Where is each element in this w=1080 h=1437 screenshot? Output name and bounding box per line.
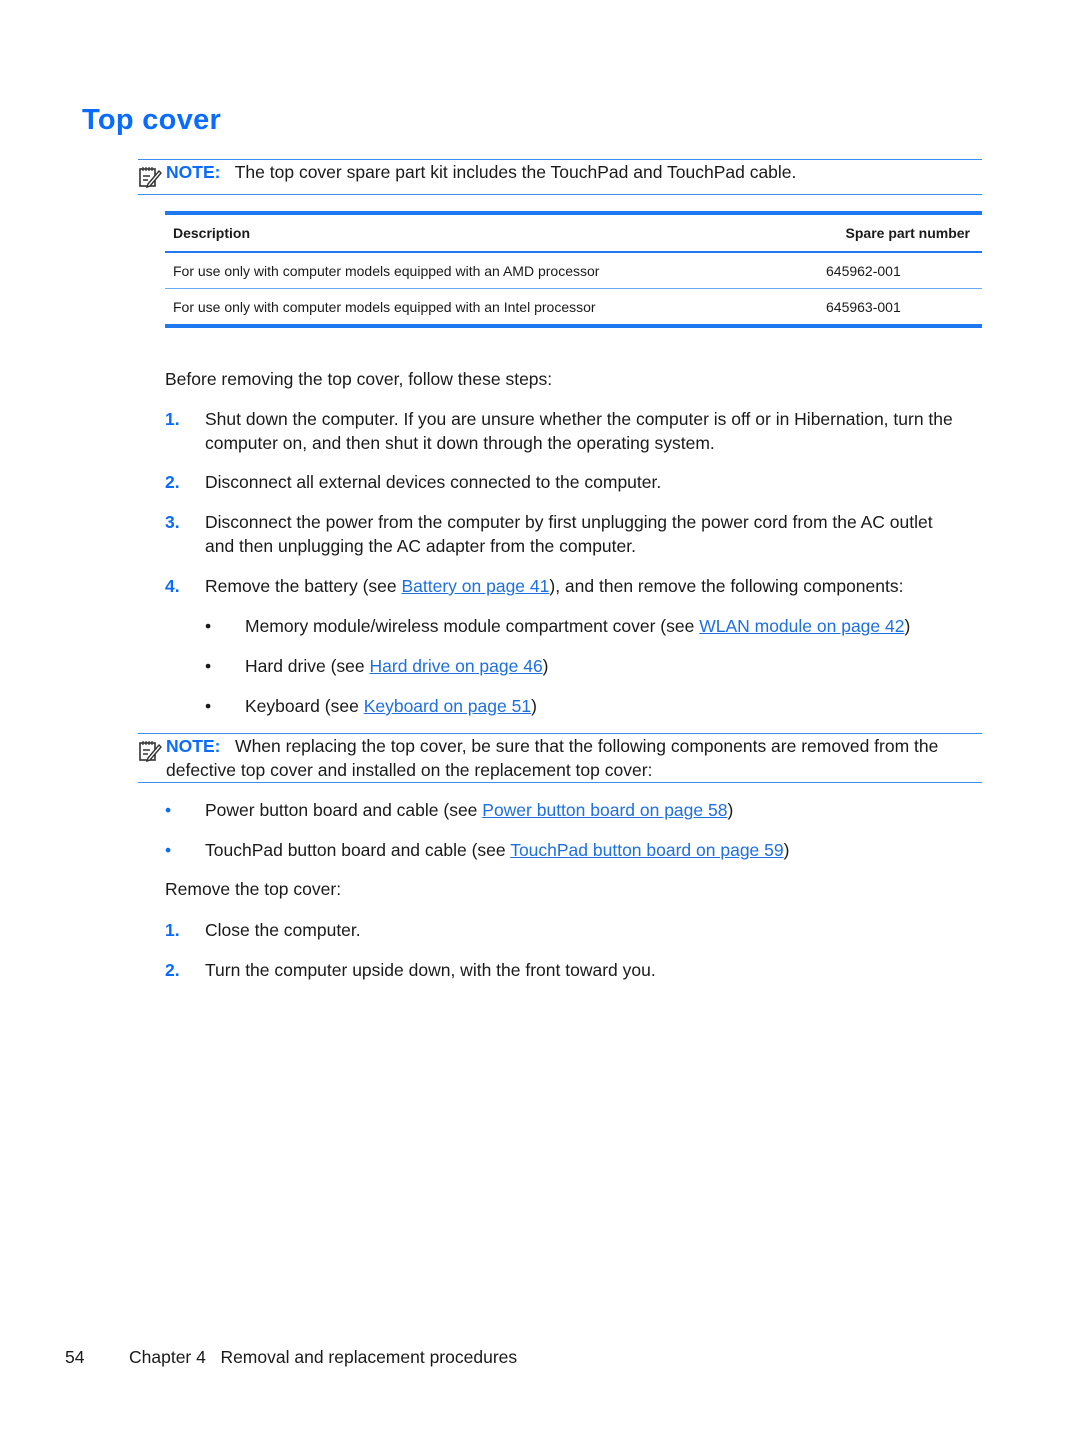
bullet-icon: • [205, 696, 212, 716]
list-item: • Hard drive (see Hard drive on page 46) [205, 654, 549, 678]
note-pencil-icon [139, 741, 162, 763]
row-description: For use only with computer models equipp… [173, 298, 596, 315]
list-item: • TouchPad button board and cable (see T… [165, 838, 789, 862]
step-item: 1. Close the computer. [165, 918, 980, 942]
row-part-number: 645962-001 [826, 262, 901, 279]
list-item: • Power button board and cable (see Powe… [165, 798, 733, 822]
touchpad-button-board-link[interactable]: TouchPad button board on page 59 [510, 840, 783, 860]
step-text: Remove the battery (see Battery on page … [205, 574, 980, 598]
step-item: 2. Turn the computer upside down, with t… [165, 958, 980, 982]
step-number: 4. [165, 576, 180, 596]
header-spare-part-number: Spare part number [845, 225, 970, 241]
intro-text: Before removing the top cover, follow th… [165, 369, 553, 389]
step-text: Disconnect all external devices connecte… [205, 472, 662, 492]
note-box: NOTE: The top cover spare part kit inclu… [138, 159, 982, 195]
hard-drive-link[interactable]: Hard drive on page 46 [370, 656, 543, 676]
text-span: ) [783, 840, 790, 860]
text-span: TouchPad button board and cable (see [205, 840, 511, 860]
footer-chapter: Chapter 4 Removal and replacement proced… [129, 1347, 518, 1367]
text-span: Keyboard (see [245, 696, 364, 716]
note-text: When replacing the top cover, be sure th… [166, 736, 939, 780]
text-span: Hard drive (see [245, 656, 370, 676]
text-span: ) [531, 696, 537, 716]
header-description: Description [173, 225, 251, 241]
spare-parts-table: Description Spare part number For use on… [165, 211, 982, 328]
bullet-icon: • [205, 656, 212, 676]
text-span: ) [904, 616, 911, 636]
battery-link[interactable]: Battery on page 41 [401, 576, 549, 596]
table-row: For use only with computer models equipp… [165, 289, 982, 324]
text-span: Remove the battery (see [205, 576, 402, 596]
text-span: Memory module/wireless module compartmen… [245, 616, 700, 636]
text-span: ), and then remove the following compone… [549, 576, 904, 596]
remove-intro-text: Remove the top cover: [165, 879, 342, 899]
step-item: 2. Disconnect all external devices conne… [165, 470, 980, 494]
step-number: 2. [165, 472, 180, 492]
note-label: NOTE: [166, 162, 221, 182]
list-item: • Memory module/wireless module compartm… [205, 614, 910, 638]
bullet-icon: • [165, 800, 172, 820]
step-number: 1. [165, 920, 180, 940]
text-span: Power button board and cable (see [205, 800, 483, 820]
step-number: 2. [165, 960, 180, 980]
power-button-board-link[interactable]: Power button board on page 58 [482, 800, 727, 820]
bullet-icon: • [165, 840, 172, 860]
note-label: NOTE: [166, 736, 221, 756]
table-row: For use only with computer models equipp… [165, 253, 982, 289]
footer-page-number: 54 [65, 1347, 85, 1367]
wlan-module-link[interactable]: WLAN module on page 42 [699, 616, 904, 636]
note-box: NOTE: When replacing the top cover, be s… [138, 733, 982, 783]
step-item: 3. Disconnect the power from the compute… [165, 510, 965, 558]
list-item: • Keyboard (see Keyboard on page 51) [205, 694, 537, 718]
row-part-number: 645963-001 [826, 298, 901, 315]
keyboard-link[interactable]: Keyboard on page 51 [364, 696, 531, 716]
note-pencil-icon [139, 167, 162, 189]
bullet-icon: • [205, 616, 212, 636]
text-span: ) [542, 656, 549, 676]
step-item: 4. Remove the battery (see Battery on pa… [165, 574, 980, 598]
table-header: Description Spare part number [165, 215, 982, 253]
step-number: 3. [165, 512, 180, 532]
page-title: Top cover [82, 104, 222, 136]
step-number: 1. [165, 409, 180, 429]
step-text: Shut down the computer. If you are unsur… [205, 409, 953, 453]
row-description: For use only with computer models equipp… [173, 262, 600, 279]
step-text: Disconnect the power from the computer b… [205, 512, 933, 556]
step-text: Close the computer. [205, 920, 361, 940]
text-span: ) [727, 800, 734, 820]
step-item: 1. Shut down the computer. If you are un… [165, 407, 980, 455]
note-text: The top cover spare part kit includes th… [234, 162, 797, 182]
step-text: Turn the computer upside down, with the … [205, 960, 656, 980]
